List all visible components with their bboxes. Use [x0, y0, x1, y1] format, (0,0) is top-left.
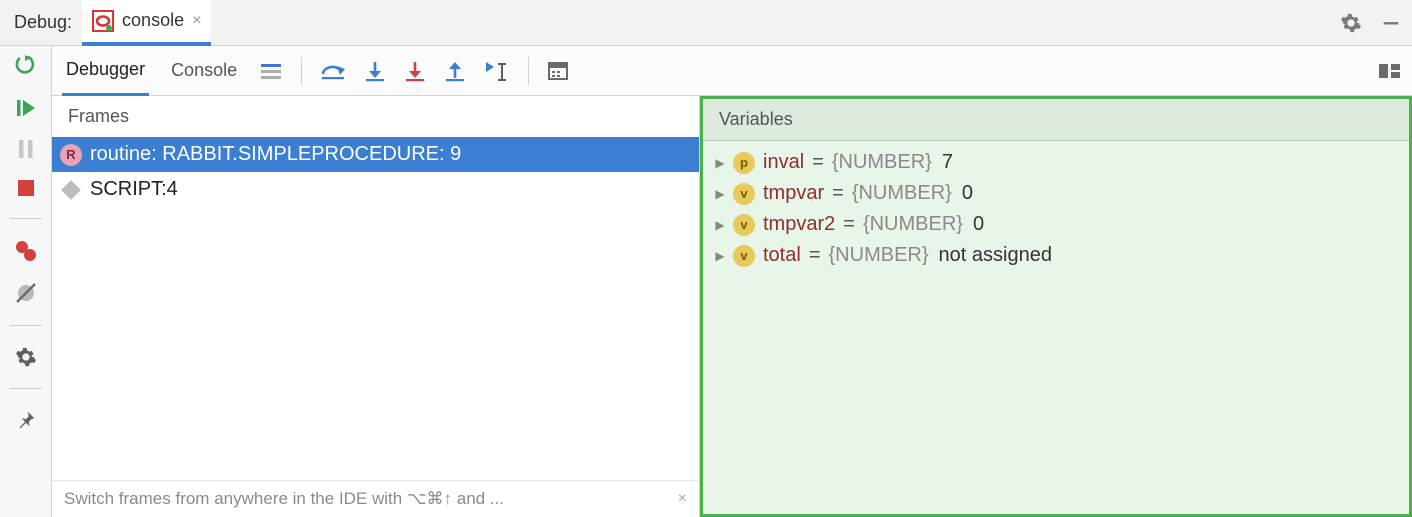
mute-breakpoints-icon[interactable]	[14, 281, 38, 305]
variable-type: {NUMBER}	[832, 151, 932, 174]
resume-icon[interactable]	[15, 96, 37, 120]
separator	[10, 388, 42, 389]
chevron-right-icon[interactable]: ▶	[713, 156, 727, 170]
oracle-icon	[92, 10, 114, 32]
titlebar: Debug: console ×	[0, 0, 1412, 46]
variable-row[interactable]: ▶ v tmpvar2 = {NUMBER} 0	[713, 209, 1399, 240]
layout-settings-icon[interactable]	[1378, 61, 1402, 81]
minimize-icon[interactable]	[1380, 12, 1402, 34]
equals-sign: =	[830, 182, 846, 205]
variables-header: Variables	[703, 99, 1409, 141]
tab-console[interactable]: Console	[167, 46, 241, 95]
frame-row[interactable]: R routine: RABBIT.SIMPLEPROCEDURE: 9	[52, 137, 699, 172]
separator	[301, 57, 302, 85]
run-to-cursor-icon[interactable]	[484, 60, 510, 82]
chevron-right-icon[interactable]: ▶	[713, 249, 727, 263]
variable-row[interactable]: ▶ p inval = {NUMBER} 7	[713, 147, 1399, 178]
stop-icon[interactable]	[16, 178, 36, 198]
var-badge-icon: v	[733, 183, 755, 205]
variable-value: 0	[958, 182, 973, 205]
routine-badge-icon: R	[60, 144, 82, 166]
debug-toolbar: Debugger Console	[52, 46, 1412, 96]
variable-name: inval	[763, 151, 804, 174]
settings-icon[interactable]	[1340, 12, 1362, 34]
variable-row[interactable]: ▶ v tmpvar = {NUMBER} 0	[713, 178, 1399, 209]
script-diamond-icon	[61, 180, 81, 200]
equals-sign: =	[841, 213, 857, 236]
frames-header: Frames	[52, 96, 699, 137]
session-tab-label: console	[122, 10, 184, 31]
close-icon[interactable]: ×	[192, 12, 201, 30]
view-breakpoints-icon[interactable]	[14, 239, 38, 263]
frames-list[interactable]: R routine: RABBIT.SIMPLEPROCEDURE: 9 SCR…	[52, 137, 699, 480]
frame-label: SCRIPT:4	[90, 178, 178, 201]
var-badge-icon: v	[733, 214, 755, 236]
variable-type: {NUMBER}	[852, 182, 952, 205]
variable-value: 7	[938, 151, 953, 174]
variable-type: {NUMBER}	[863, 213, 963, 236]
variables-pane: Variables ▶ p inval = {NUMBER} 7 ▶ v	[700, 96, 1412, 517]
tab-debugger[interactable]: Debugger	[62, 47, 149, 96]
frame-row[interactable]: SCRIPT:4	[52, 172, 699, 207]
debug-window-label: Debug:	[4, 12, 82, 33]
step-over-icon[interactable]	[320, 60, 346, 82]
variable-name: total	[763, 244, 801, 267]
frames-hint-text: Switch frames from anywhere in the IDE w…	[64, 489, 504, 509]
evaluate-expression-icon[interactable]	[547, 60, 569, 82]
debug-side-toolbar	[0, 46, 52, 517]
param-badge-icon: p	[733, 152, 755, 174]
debug-settings-icon[interactable]	[15, 346, 37, 368]
variable-name: tmpvar2	[763, 213, 835, 236]
variable-name: tmpvar	[763, 182, 824, 205]
variable-value: 0	[969, 213, 984, 236]
var-badge-icon: v	[733, 245, 755, 267]
session-tab-console[interactable]: console ×	[82, 0, 211, 46]
step-into-icon[interactable]	[364, 60, 386, 82]
variable-row[interactable]: ▶ v total = {NUMBER} not assigned	[713, 240, 1399, 271]
frames-pane: Frames R routine: RABBIT.SIMPLEPROCEDURE…	[52, 96, 700, 517]
separator	[10, 218, 42, 219]
equals-sign: =	[807, 244, 823, 267]
frame-label: routine: RABBIT.SIMPLEPROCEDURE: 9	[90, 143, 461, 166]
frames-hint: Switch frames from anywhere in the IDE w…	[52, 480, 699, 517]
chevron-right-icon[interactable]: ▶	[713, 218, 727, 232]
variable-value: not assigned	[935, 244, 1052, 267]
variables-list[interactable]: ▶ p inval = {NUMBER} 7 ▶ v tmpvar =	[703, 141, 1409, 514]
separator	[10, 325, 42, 326]
variable-type: {NUMBER}	[829, 244, 929, 267]
thread-selector-icon[interactable]	[259, 61, 283, 81]
pause-icon[interactable]	[16, 138, 36, 160]
force-step-into-icon[interactable]	[404, 60, 426, 82]
step-out-icon[interactable]	[444, 60, 466, 82]
separator	[528, 57, 529, 85]
close-icon[interactable]: ×	[678, 490, 687, 508]
chevron-right-icon[interactable]: ▶	[713, 187, 727, 201]
equals-sign: =	[810, 151, 826, 174]
pin-icon[interactable]	[15, 409, 37, 431]
rerun-icon[interactable]	[14, 54, 38, 78]
